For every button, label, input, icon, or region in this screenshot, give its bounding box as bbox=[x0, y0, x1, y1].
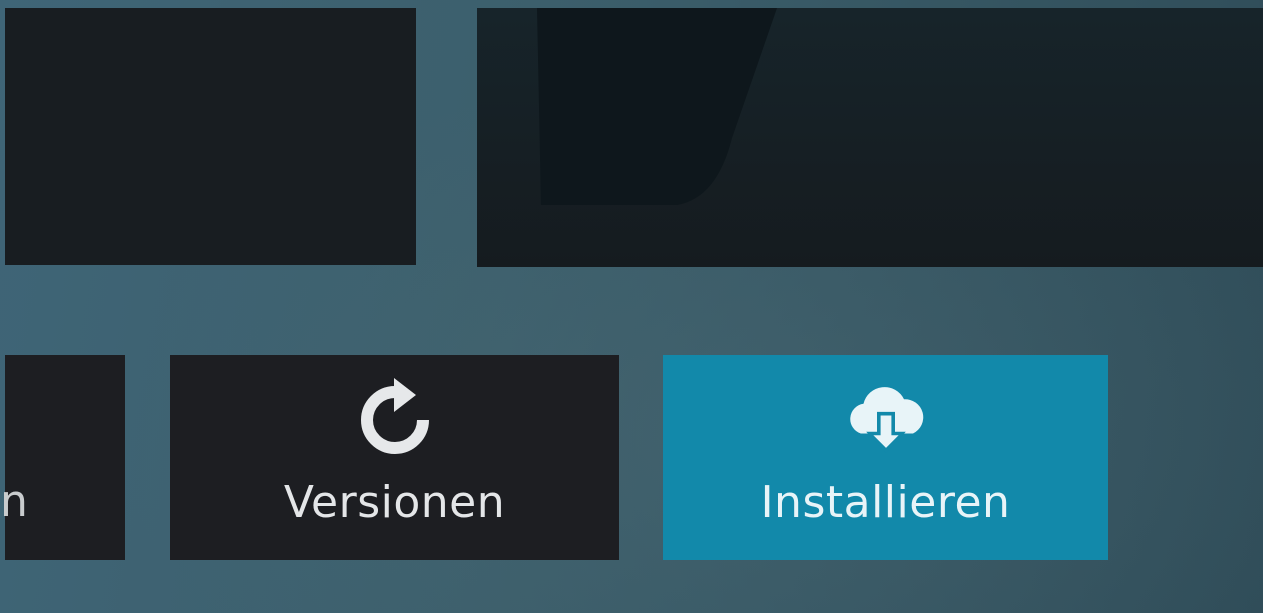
refresh-icon bbox=[350, 375, 440, 465]
versions-label: Versionen bbox=[283, 477, 506, 528]
install-label: Installieren bbox=[760, 477, 1011, 528]
partial-button[interactable] bbox=[5, 355, 125, 560]
versions-button[interactable]: Versionen bbox=[170, 355, 619, 560]
artwork-panel-right bbox=[477, 8, 1263, 267]
artwork-shape bbox=[537, 8, 777, 205]
cloud-download-icon bbox=[841, 375, 931, 465]
install-button[interactable]: Installieren bbox=[663, 355, 1108, 560]
artwork-panel-left bbox=[5, 8, 416, 265]
partial-button-label: n bbox=[0, 476, 28, 527]
